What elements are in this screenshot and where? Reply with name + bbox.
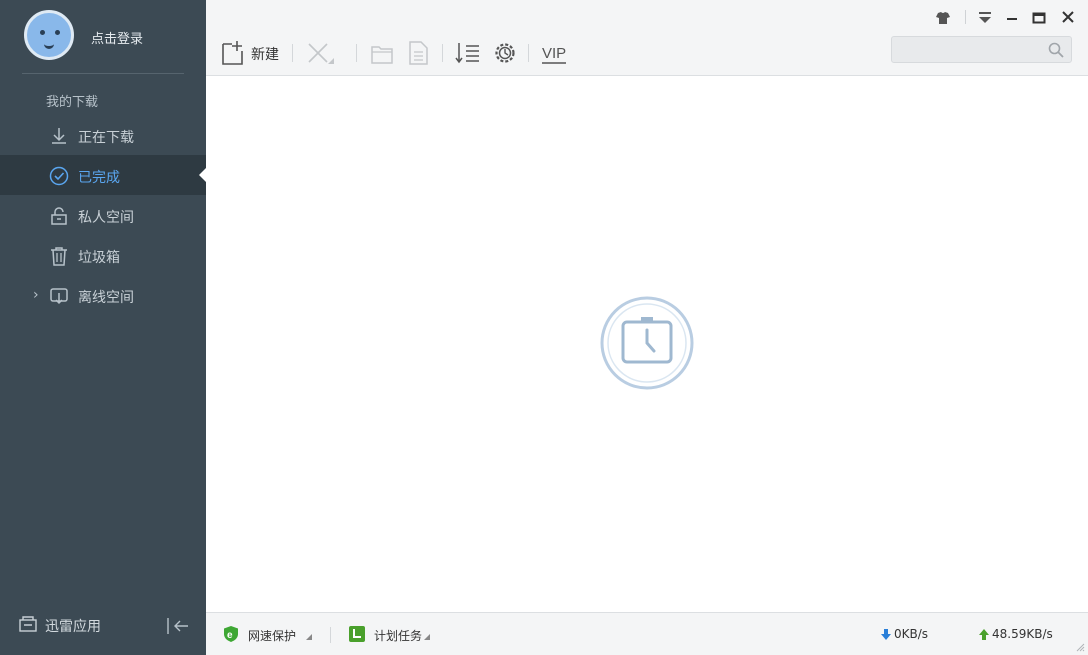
sidebar-item-offline-space[interactable]: › 离线空间	[0, 275, 206, 315]
lock-icon	[51, 207, 67, 225]
statusbar-separator	[330, 627, 331, 643]
sidebar: 点击登录 我的下载 正在下载 已完成 私人空间 垃圾箱 › 离线空间 迅雷应用	[0, 0, 206, 655]
shield-icon: e	[224, 626, 238, 642]
new-task-button[interactable]: 新建	[251, 44, 279, 64]
sidebar-item-label: 私人空间	[78, 210, 134, 226]
sidebar-item-trash[interactable]: 垃圾箱	[0, 235, 206, 275]
skin-icon[interactable]	[934, 10, 952, 26]
download-arrow-icon	[881, 629, 891, 640]
toolbar-separator	[356, 44, 357, 62]
download-arrow-icon	[52, 128, 66, 144]
scheduled-tasks-button[interactable]: 计划任务	[348, 625, 430, 643]
settings-gear-icon[interactable]	[492, 39, 518, 67]
download-list-area	[206, 76, 1088, 612]
svg-text:e: e	[227, 630, 233, 641]
download-speed-value: 0KB/s	[894, 627, 929, 641]
search-box[interactable]	[891, 36, 1072, 63]
upload-speed: 48.59KB/s	[978, 627, 1053, 641]
maximize-icon[interactable]	[1030, 10, 1048, 26]
vip-icon[interactable]: VIP	[540, 39, 568, 67]
loading-clock-icon	[600, 296, 694, 390]
new-task-icon[interactable]	[220, 39, 246, 67]
svg-text:VIP: VIP	[542, 45, 566, 62]
apps-box-icon	[19, 616, 37, 632]
schedule-icon	[349, 626, 365, 642]
sidebar-item-label: 已完成	[78, 170, 120, 186]
search-icon[interactable]	[1048, 42, 1064, 58]
sidebar-item-label: 离线空间	[78, 290, 134, 306]
speed-protection-label: 网速保护	[248, 629, 297, 643]
thunder-apps-button[interactable]: 迅雷应用	[18, 614, 101, 638]
toolbar: 新建 VIP	[206, 0, 1088, 76]
resize-grip-icon[interactable]	[1075, 642, 1085, 652]
speed-protection-button[interactable]: e 网速保护	[222, 625, 312, 643]
sort-icon[interactable]	[455, 39, 481, 67]
sidebar-item-downloading[interactable]: 正在下载	[0, 115, 206, 155]
avatar-eye	[55, 30, 60, 35]
status-bar: e 网速保护 计划任务 0KB/s 48.59KB/s	[206, 612, 1088, 655]
collapse-sidebar-icon[interactable]	[166, 616, 190, 636]
open-file-icon[interactable]	[406, 39, 430, 67]
avatar-eye	[40, 30, 45, 35]
sidebar-item-label: 正在下载	[78, 130, 134, 146]
thunder-apps-label: 迅雷应用	[45, 619, 101, 635]
search-input[interactable]	[898, 41, 1048, 61]
scheduled-tasks-label: 计划任务	[374, 629, 423, 643]
upload-speed-value: 48.59KB/s	[992, 627, 1053, 641]
menu-icon[interactable]	[976, 10, 994, 26]
sidebar-divider	[22, 73, 184, 74]
delete-icon[interactable]	[306, 39, 340, 67]
chevron-right-icon[interactable]: ›	[33, 287, 39, 303]
toolbar-separator	[292, 44, 293, 62]
toolbar-separator	[528, 44, 529, 62]
dropdown-triangle-icon	[424, 634, 430, 640]
download-speed: 0KB/s	[880, 627, 928, 641]
dropdown-triangle-icon	[306, 634, 312, 640]
login-link[interactable]: 点击登录	[91, 28, 143, 47]
check-circle-icon	[49, 166, 69, 186]
cloud-download-icon	[50, 288, 68, 305]
trash-icon	[51, 247, 67, 266]
upload-arrow-icon	[979, 629, 989, 640]
avatar-mouth	[44, 40, 54, 49]
sidebar-item-completed[interactable]: 已完成	[0, 155, 206, 195]
sidebar-item-label: 垃圾箱	[78, 250, 120, 266]
sidebar-item-private-space[interactable]: 私人空间	[0, 195, 206, 235]
window-controls-separator	[965, 10, 966, 24]
toolbar-separator	[442, 44, 443, 62]
avatar[interactable]	[24, 10, 74, 60]
open-folder-icon[interactable]	[370, 39, 394, 67]
close-icon[interactable]	[1059, 10, 1077, 26]
minimize-icon[interactable]	[1003, 10, 1021, 26]
section-title-my-downloads: 我的下载	[46, 95, 99, 110]
